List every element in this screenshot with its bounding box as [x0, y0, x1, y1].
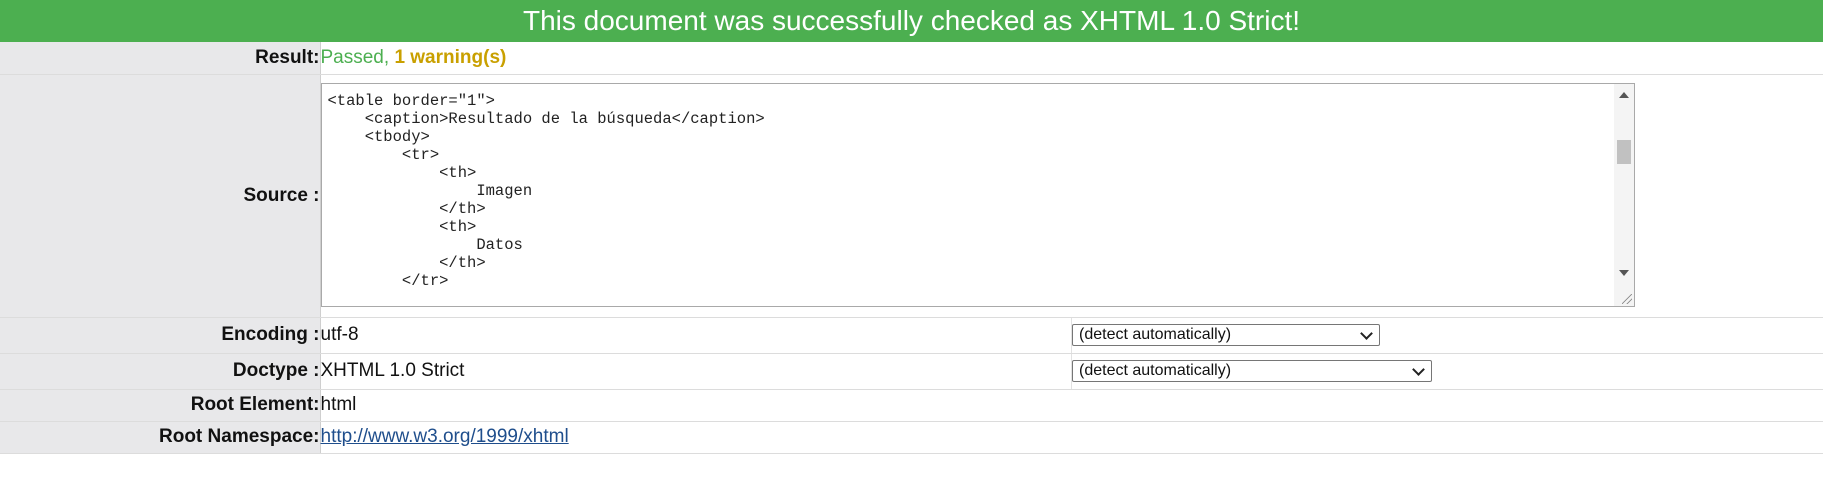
- source-line: <th>: [327, 163, 477, 182]
- source-label: Source :: [0, 74, 321, 318]
- doctype-label: Doctype :: [0, 353, 321, 390]
- source-line: </tr>: [327, 271, 449, 290]
- scrollbar-thumb[interactable]: [1616, 139, 1631, 164]
- source-row: Source : <table border="1"> <caption>Res…: [0, 74, 1823, 318]
- doctype-select[interactable]: (detect automatically): [1072, 360, 1432, 382]
- source-line: Imagen: [327, 181, 533, 200]
- source-line: <table border="1">: [327, 91, 495, 110]
- doctype-select-value: (detect automatically): [1079, 362, 1232, 379]
- root-namespace-row: Root Namespace: http://www.w3.org/1999/x…: [0, 421, 1823, 454]
- encoding-select[interactable]: (detect automatically): [1072, 324, 1380, 346]
- result-warnings: 1 warning(s): [394, 46, 507, 68]
- root-namespace-link[interactable]: http://www.w3.org/1999/xhtml: [321, 426, 569, 447]
- result-value: Passed, 1 warning(s): [320, 42, 1823, 75]
- results-table: Result: Passed, 1 warning(s) Source : <t…: [0, 42, 1823, 454]
- source-line: <tbody>: [327, 127, 430, 146]
- result-row: Result: Passed, 1 warning(s): [0, 42, 1823, 75]
- source-scrollbar[interactable]: [1613, 83, 1634, 306]
- source-textarea[interactable]: <table border="1"> <caption>Resultado de…: [320, 82, 1635, 307]
- chevron-down-icon: [1360, 326, 1373, 340]
- root-namespace-label: Root Namespace:: [0, 421, 321, 454]
- encoding-label: Encoding :: [0, 317, 321, 354]
- resize-handle-icon[interactable]: [1621, 293, 1632, 304]
- chevron-down-icon: [1412, 362, 1425, 376]
- root-element-row: Root Element: html: [0, 389, 1823, 422]
- root-element-value: html: [320, 389, 1823, 422]
- root-namespace-cell: http://www.w3.org/1999/xhtml: [320, 421, 1823, 454]
- source-code[interactable]: <table border="1"> <caption>Resultado de…: [328, 92, 1610, 300]
- validation-success-banner: This document was successfully checked a…: [0, 0, 1823, 42]
- doctype-row: Doctype : XHTML 1.0 Strict (detect autom…: [0, 353, 1823, 390]
- source-cell: <table border="1"> <caption>Resultado de…: [320, 74, 1823, 318]
- encoding-value: utf-8: [320, 317, 1072, 354]
- source-line: <caption>Resultado de la búsqueda</capti…: [327, 109, 765, 128]
- scroll-down-arrow-icon[interactable]: [1618, 269, 1629, 276]
- doctype-value: XHTML 1.0 Strict: [320, 353, 1072, 390]
- result-label: Result:: [0, 42, 321, 75]
- encoding-row: Encoding : utf-8 (detect automatically): [0, 317, 1823, 354]
- source-line: </th>: [327, 199, 486, 218]
- scroll-up-arrow-icon[interactable]: [1618, 91, 1629, 98]
- source-line: <tr>: [327, 145, 440, 164]
- encoding-select-cell: (detect automatically): [1071, 317, 1823, 354]
- source-line: </th>: [327, 253, 486, 272]
- source-line: Datos: [327, 235, 523, 254]
- doctype-select-cell: (detect automatically): [1071, 353, 1823, 390]
- encoding-select-value: (detect automatically): [1079, 326, 1232, 343]
- result-passed: Passed,: [320, 46, 395, 68]
- root-element-label: Root Element:: [0, 389, 321, 422]
- source-line: <th>: [327, 217, 477, 236]
